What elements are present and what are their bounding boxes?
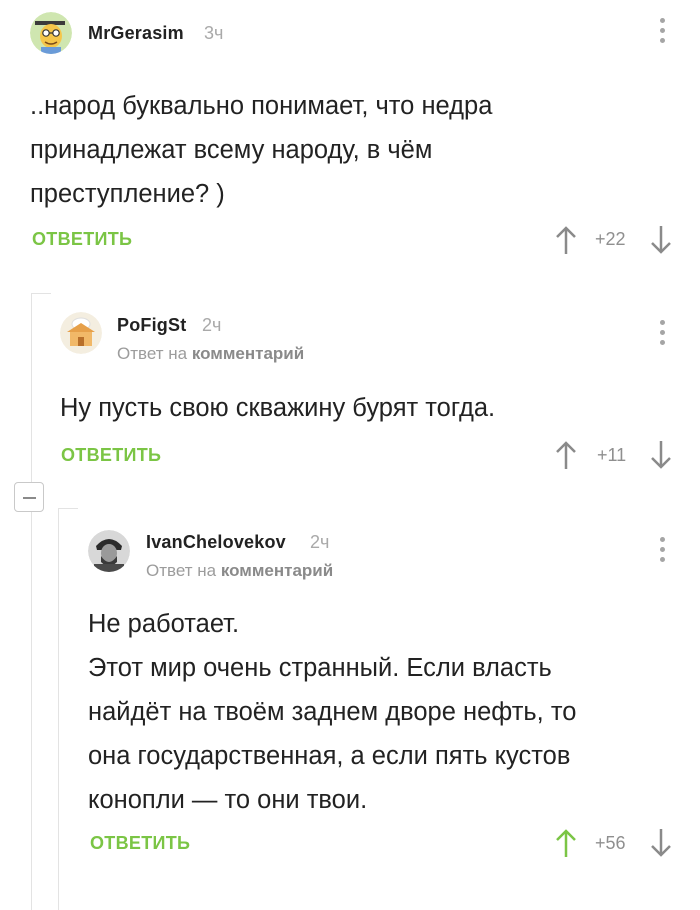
comment-thread: MrGerasim 3ч ..народ буквально понимает,… xyxy=(0,0,700,910)
reply-button[interactable]: ОТВЕТИТЬ xyxy=(61,445,161,466)
thread-guide-branch xyxy=(58,508,78,509)
arrow-up-icon[interactable] xyxy=(555,225,577,255)
collapse-thread-button[interactable] xyxy=(14,482,44,512)
username[interactable]: PoFigSt xyxy=(117,315,186,336)
avatar-face-icon xyxy=(30,12,72,54)
avatar-hut-icon xyxy=(60,312,102,354)
avatar[interactable] xyxy=(88,530,130,572)
reply-button[interactable]: ОТВЕТИТЬ xyxy=(90,833,190,854)
more-vertical-icon[interactable] xyxy=(657,320,667,350)
arrow-down-icon[interactable] xyxy=(650,440,672,470)
reply-to-prefix: Ответ на xyxy=(117,344,188,363)
comment-text: ..народ буквально понимает, что недра пр… xyxy=(30,92,493,208)
arrow-up-icon[interactable] xyxy=(555,440,577,470)
thread-guide-branch xyxy=(31,293,51,294)
reply-to-link[interactable]: комментарий xyxy=(221,561,333,580)
arrow-down-icon[interactable] xyxy=(650,828,672,858)
avatar[interactable] xyxy=(60,312,102,354)
vote-score: +11 xyxy=(597,445,627,465)
username[interactable]: IvanChelovekov xyxy=(146,532,286,553)
username[interactable]: MrGerasim xyxy=(88,23,184,44)
avatar[interactable] xyxy=(30,12,72,54)
thread-guide-line xyxy=(58,508,59,910)
reply-to-label: Ответ на комментарий xyxy=(146,561,333,581)
thread-guide-line xyxy=(31,293,32,910)
reply-to-label: Ответ на комментарий xyxy=(117,344,304,364)
comment-time: 2ч xyxy=(202,315,222,335)
more-vertical-icon[interactable] xyxy=(657,18,667,48)
reply-button[interactable]: ОТВЕТИТЬ xyxy=(32,229,132,250)
more-vertical-icon[interactable] xyxy=(657,537,667,567)
avatar-photo-icon xyxy=(88,530,130,572)
vote-score: +22 xyxy=(595,229,626,249)
arrow-up-icon[interactable] xyxy=(555,828,577,858)
vote-score: +56 xyxy=(595,833,626,853)
reply-to-prefix: Ответ на xyxy=(146,561,217,580)
comment-text: Не работает. Этот мир очень странный. Ес… xyxy=(88,610,577,814)
comment-time: 3ч xyxy=(204,23,224,43)
comment-time: 2ч xyxy=(310,532,330,552)
reply-to-link[interactable]: комментарий xyxy=(192,344,304,363)
comment-text: Ну пусть свою скважину бурят тогда. xyxy=(60,394,496,422)
arrow-down-icon[interactable] xyxy=(650,225,672,255)
